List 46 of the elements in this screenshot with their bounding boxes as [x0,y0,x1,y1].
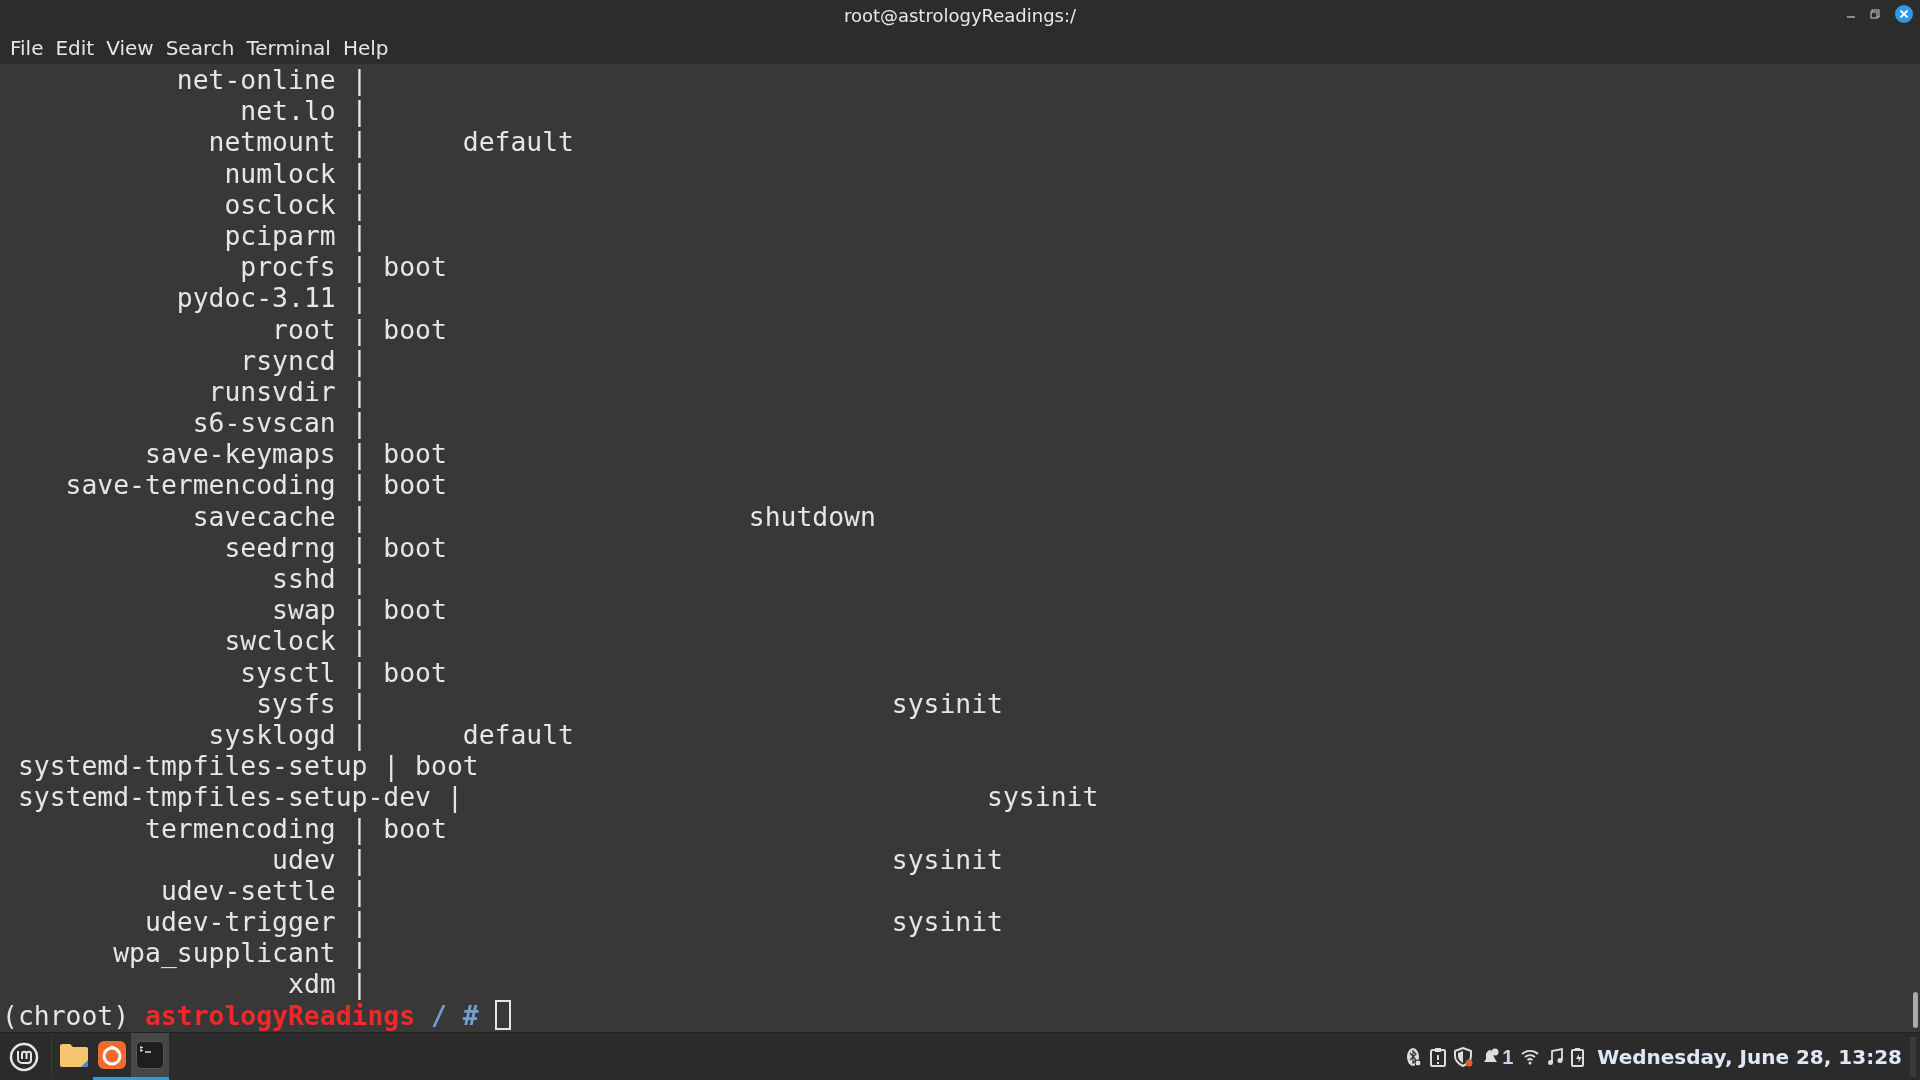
terminal-line: termencoding | boot [144,812,447,844]
terminal-line: xdm | [287,968,368,1000]
terminal-line: net-online | [175,64,368,95]
prompt-symbol: # [462,999,479,1031]
menu-logo-icon[interactable] [9,1041,39,1072]
terminal-line: udev-trigger | sysinit [144,906,1003,938]
prompt-path: / [430,999,447,1031]
terminal-line: netmount | default [207,126,574,158]
scrollbar-thumb[interactable] [1913,992,1918,1028]
clock[interactable]: Wednesday, June 28, 13:28 [1597,1041,1902,1072]
menu-item[interactable]: File [4,33,50,62]
wifi-icon[interactable] [1521,1048,1540,1065]
terminal-line: save-keymaps | boot [144,438,447,470]
music-note-icon[interactable] [1547,1047,1564,1066]
clipboard-alert-icon[interactable] [1430,1046,1447,1067]
shield-icon[interactable] [1454,1046,1475,1067]
terminal-line: swclock | [223,625,368,657]
terminal-line: systemd-tmpfiles-setup | boot [16,750,479,782]
terminal-line: save-termencoding | boot [64,469,447,501]
menu-item[interactable]: Terminal [240,33,337,62]
terminal-line: wpa_supplicant | [112,937,368,969]
close-icon[interactable] [1894,4,1914,24]
terminal-line: sysctl | boot [239,656,447,688]
menu-item[interactable]: Edit [49,33,101,62]
terminal-line: swap | boot [271,594,447,626]
bluetooth-icon[interactable] [1406,1046,1423,1067]
menu-item[interactable]: Search [159,33,241,62]
terminal-line: pydoc-3.11 | [175,282,368,314]
terminal-icon [136,1041,164,1069]
terminal-line: systemd-tmpfiles-setup-dev | sysinit [16,781,1099,813]
terminal-line: root | boot [271,313,447,345]
terminal-line: net.lo | [239,95,368,127]
text-cursor [494,1000,511,1031]
terminal-line: numlock | [223,157,368,189]
terminal-line: sshd | [271,563,368,594]
terminal-line: savecache | shutdown [191,500,876,532]
menu-item[interactable]: View [100,33,160,62]
terminal-line: procfs | boot [239,251,447,283]
notification-count: 1 [1502,1044,1514,1070]
terminal-line: s6-svscan | [191,407,368,439]
folder-icon [59,1042,89,1068]
maximize-icon[interactable] [1870,9,1880,19]
window-title: root@astrologyReadings:/ [843,4,1077,28]
menu-item[interactable]: Help [336,33,395,62]
prompt-host: astrologyReadings [145,999,416,1031]
prompt-prefix: (chroot) [2,999,130,1031]
